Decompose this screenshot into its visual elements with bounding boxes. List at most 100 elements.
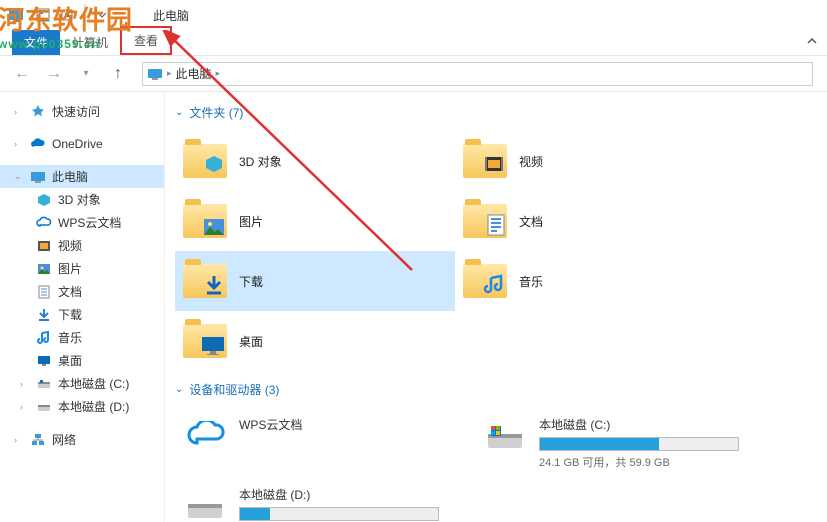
expand-icon[interactable]: › — [14, 139, 24, 149]
tile-label: 3D 对象 — [239, 153, 282, 170]
sidebar-item-label: 图片 — [58, 260, 82, 277]
sidebar-item-label: 音乐 — [58, 329, 82, 346]
chevron-down-icon: ⌄ — [175, 384, 183, 395]
sidebar-item-downloads[interactable]: 下载 — [0, 303, 164, 326]
tab-file[interactable]: 文件 — [12, 30, 60, 55]
chevron-down-icon: ⌄ — [175, 107, 183, 118]
pc-icon — [147, 66, 163, 82]
folder-icon — [183, 201, 227, 241]
folder-music[interactable]: 音乐 — [455, 251, 735, 311]
ribbon-tabs: 文件 计算机 查看 — [0, 30, 827, 56]
main-area: › 快速访问 › OneDrive ⌄ 此电脑 3D 对象 WPS云文档 视频 … — [0, 92, 827, 522]
sidebar-item-label: 网络 — [52, 431, 76, 448]
quick-access-toolbar — [32, 4, 113, 26]
folder-icon — [183, 321, 227, 361]
forward-button: → — [40, 60, 68, 88]
sidebar-item-videos[interactable]: 视频 — [0, 234, 164, 257]
sidebar-item-3d-objects[interactable]: 3D 对象 — [0, 188, 164, 211]
folder-icon — [183, 141, 227, 181]
tile-label: 图片 — [239, 213, 263, 230]
sidebar-item-desktop[interactable]: 桌面 — [0, 349, 164, 372]
folder-pictures[interactable]: 图片 — [175, 191, 455, 251]
sidebar-item-label: 3D 对象 — [58, 191, 101, 208]
picture-icon — [36, 261, 52, 277]
folder-icon — [463, 141, 507, 181]
qat-undo-icon[interactable] — [56, 4, 78, 26]
folder-downloads[interactable]: 下载 — [175, 251, 455, 311]
section-title: 设备和驱动器 (3) — [189, 381, 279, 398]
chevron-right-icon[interactable]: ▸ — [167, 68, 172, 79]
drive-icon — [483, 416, 527, 456]
network-icon — [30, 432, 46, 448]
sidebar-item-label: 此电脑 — [52, 168, 88, 185]
expand-icon[interactable]: ⌄ — [14, 171, 24, 182]
music-icon — [36, 330, 52, 346]
drive-icon — [36, 399, 52, 415]
drive-icon — [183, 486, 227, 522]
cloud-icon — [183, 416, 227, 456]
chevron-right-icon[interactable]: ▸ — [216, 68, 221, 79]
section-header-devices[interactable]: ⌄ 设备和驱动器 (3) — [165, 377, 827, 402]
expand-icon[interactable]: › — [20, 402, 30, 412]
sidebar-item-network[interactable]: › 网络 — [0, 428, 164, 451]
folder-videos[interactable]: 视频 — [455, 131, 735, 191]
sidebar-item-this-pc[interactable]: ⌄ 此电脑 — [0, 165, 164, 188]
navigation-sidebar: › 快速访问 › OneDrive ⌄ 此电脑 3D 对象 WPS云文档 视频 … — [0, 92, 165, 522]
qat-dropdown-icon[interactable] — [91, 4, 113, 26]
tab-view[interactable]: 查看 — [120, 26, 172, 55]
address-bar: ← → ▾ ↑ ▸ 此电脑 ▸ — [0, 56, 827, 92]
tile-label: 文档 — [519, 213, 543, 230]
recent-dropdown-icon[interactable]: ▾ — [72, 60, 100, 88]
drive-d[interactable]: 本地磁盘 (D:) 147 GB 可用，共 172 GB — [175, 478, 475, 522]
sidebar-item-music[interactable]: 音乐 — [0, 326, 164, 349]
folder-documents[interactable]: 文档 — [455, 191, 735, 251]
sidebar-item-onedrive[interactable]: › OneDrive — [0, 133, 164, 155]
folder-icon — [183, 261, 227, 301]
up-button[interactable]: ↑ — [104, 60, 132, 88]
sidebar-item-label: 快速访问 — [52, 103, 100, 120]
cube-icon — [36, 192, 52, 208]
sidebar-item-pictures[interactable]: 图片 — [0, 257, 164, 280]
devices-grid: WPS云文档 本地磁盘 (C:) 24.1 GB 可用，共 59.9 GB — [165, 402, 827, 522]
sidebar-item-label: WPS云文档 — [58, 214, 121, 231]
drive-sub-label: 24.1 GB 可用，共 59.9 GB — [539, 454, 767, 470]
expand-icon[interactable]: › — [14, 107, 24, 117]
folder-desktop[interactable]: 桌面 — [175, 311, 455, 371]
star-icon — [30, 104, 46, 120]
cloud-icon — [30, 136, 46, 152]
pc-icon — [30, 169, 46, 185]
folder-icon — [463, 201, 507, 241]
drive-c[interactable]: 本地磁盘 (C:) 24.1 GB 可用，共 59.9 GB — [475, 408, 775, 478]
sidebar-item-label: OneDrive — [52, 137, 103, 151]
qat-properties-icon[interactable] — [32, 4, 54, 26]
sidebar-item-documents[interactable]: 文档 — [0, 280, 164, 303]
sidebar-item-drive-d[interactable]: › 本地磁盘 (D:) — [0, 395, 164, 418]
sidebar-item-label: 桌面 — [58, 352, 82, 369]
drive-wps[interactable]: WPS云文档 — [175, 408, 475, 478]
download-icon — [36, 307, 52, 323]
section-header-folders[interactable]: ⌄ 文件夹 (7) — [165, 100, 827, 125]
sidebar-item-drive-c[interactable]: ›本地磁盘 (C:) — [0, 372, 164, 395]
desktop-icon — [36, 353, 52, 369]
section-title: 文件夹 (7) — [189, 104, 243, 121]
address-path[interactable]: ▸ 此电脑 ▸ — [142, 62, 813, 86]
tile-label: 桌面 — [239, 333, 263, 350]
back-button[interactable]: ← — [8, 60, 36, 88]
expand-icon[interactable]: › — [20, 379, 30, 389]
sidebar-item-wps[interactable]: WPS云文档 — [0, 211, 164, 234]
cloud-icon — [36, 215, 52, 231]
sidebar-item-label: 本地磁盘 (D:) — [58, 398, 129, 415]
folder-3d-objects[interactable]: 3D 对象 — [175, 131, 455, 191]
breadcrumb-root[interactable]: 此电脑 — [176, 65, 212, 82]
ribbon-expand-icon[interactable] — [805, 34, 819, 48]
system-icon — [8, 7, 24, 23]
drive-icon — [36, 376, 52, 392]
expand-icon[interactable]: › — [14, 435, 24, 445]
drive-usage-bar — [239, 507, 439, 521]
tab-computer[interactable]: 计算机 — [60, 30, 120, 55]
tile-label: 下载 — [239, 273, 263, 290]
tile-label: 视频 — [519, 153, 543, 170]
sidebar-item-quick-access[interactable]: › 快速访问 — [0, 100, 164, 123]
window-title: 此电脑 — [153, 7, 189, 24]
drive-label: WPS云文档 — [239, 416, 467, 433]
